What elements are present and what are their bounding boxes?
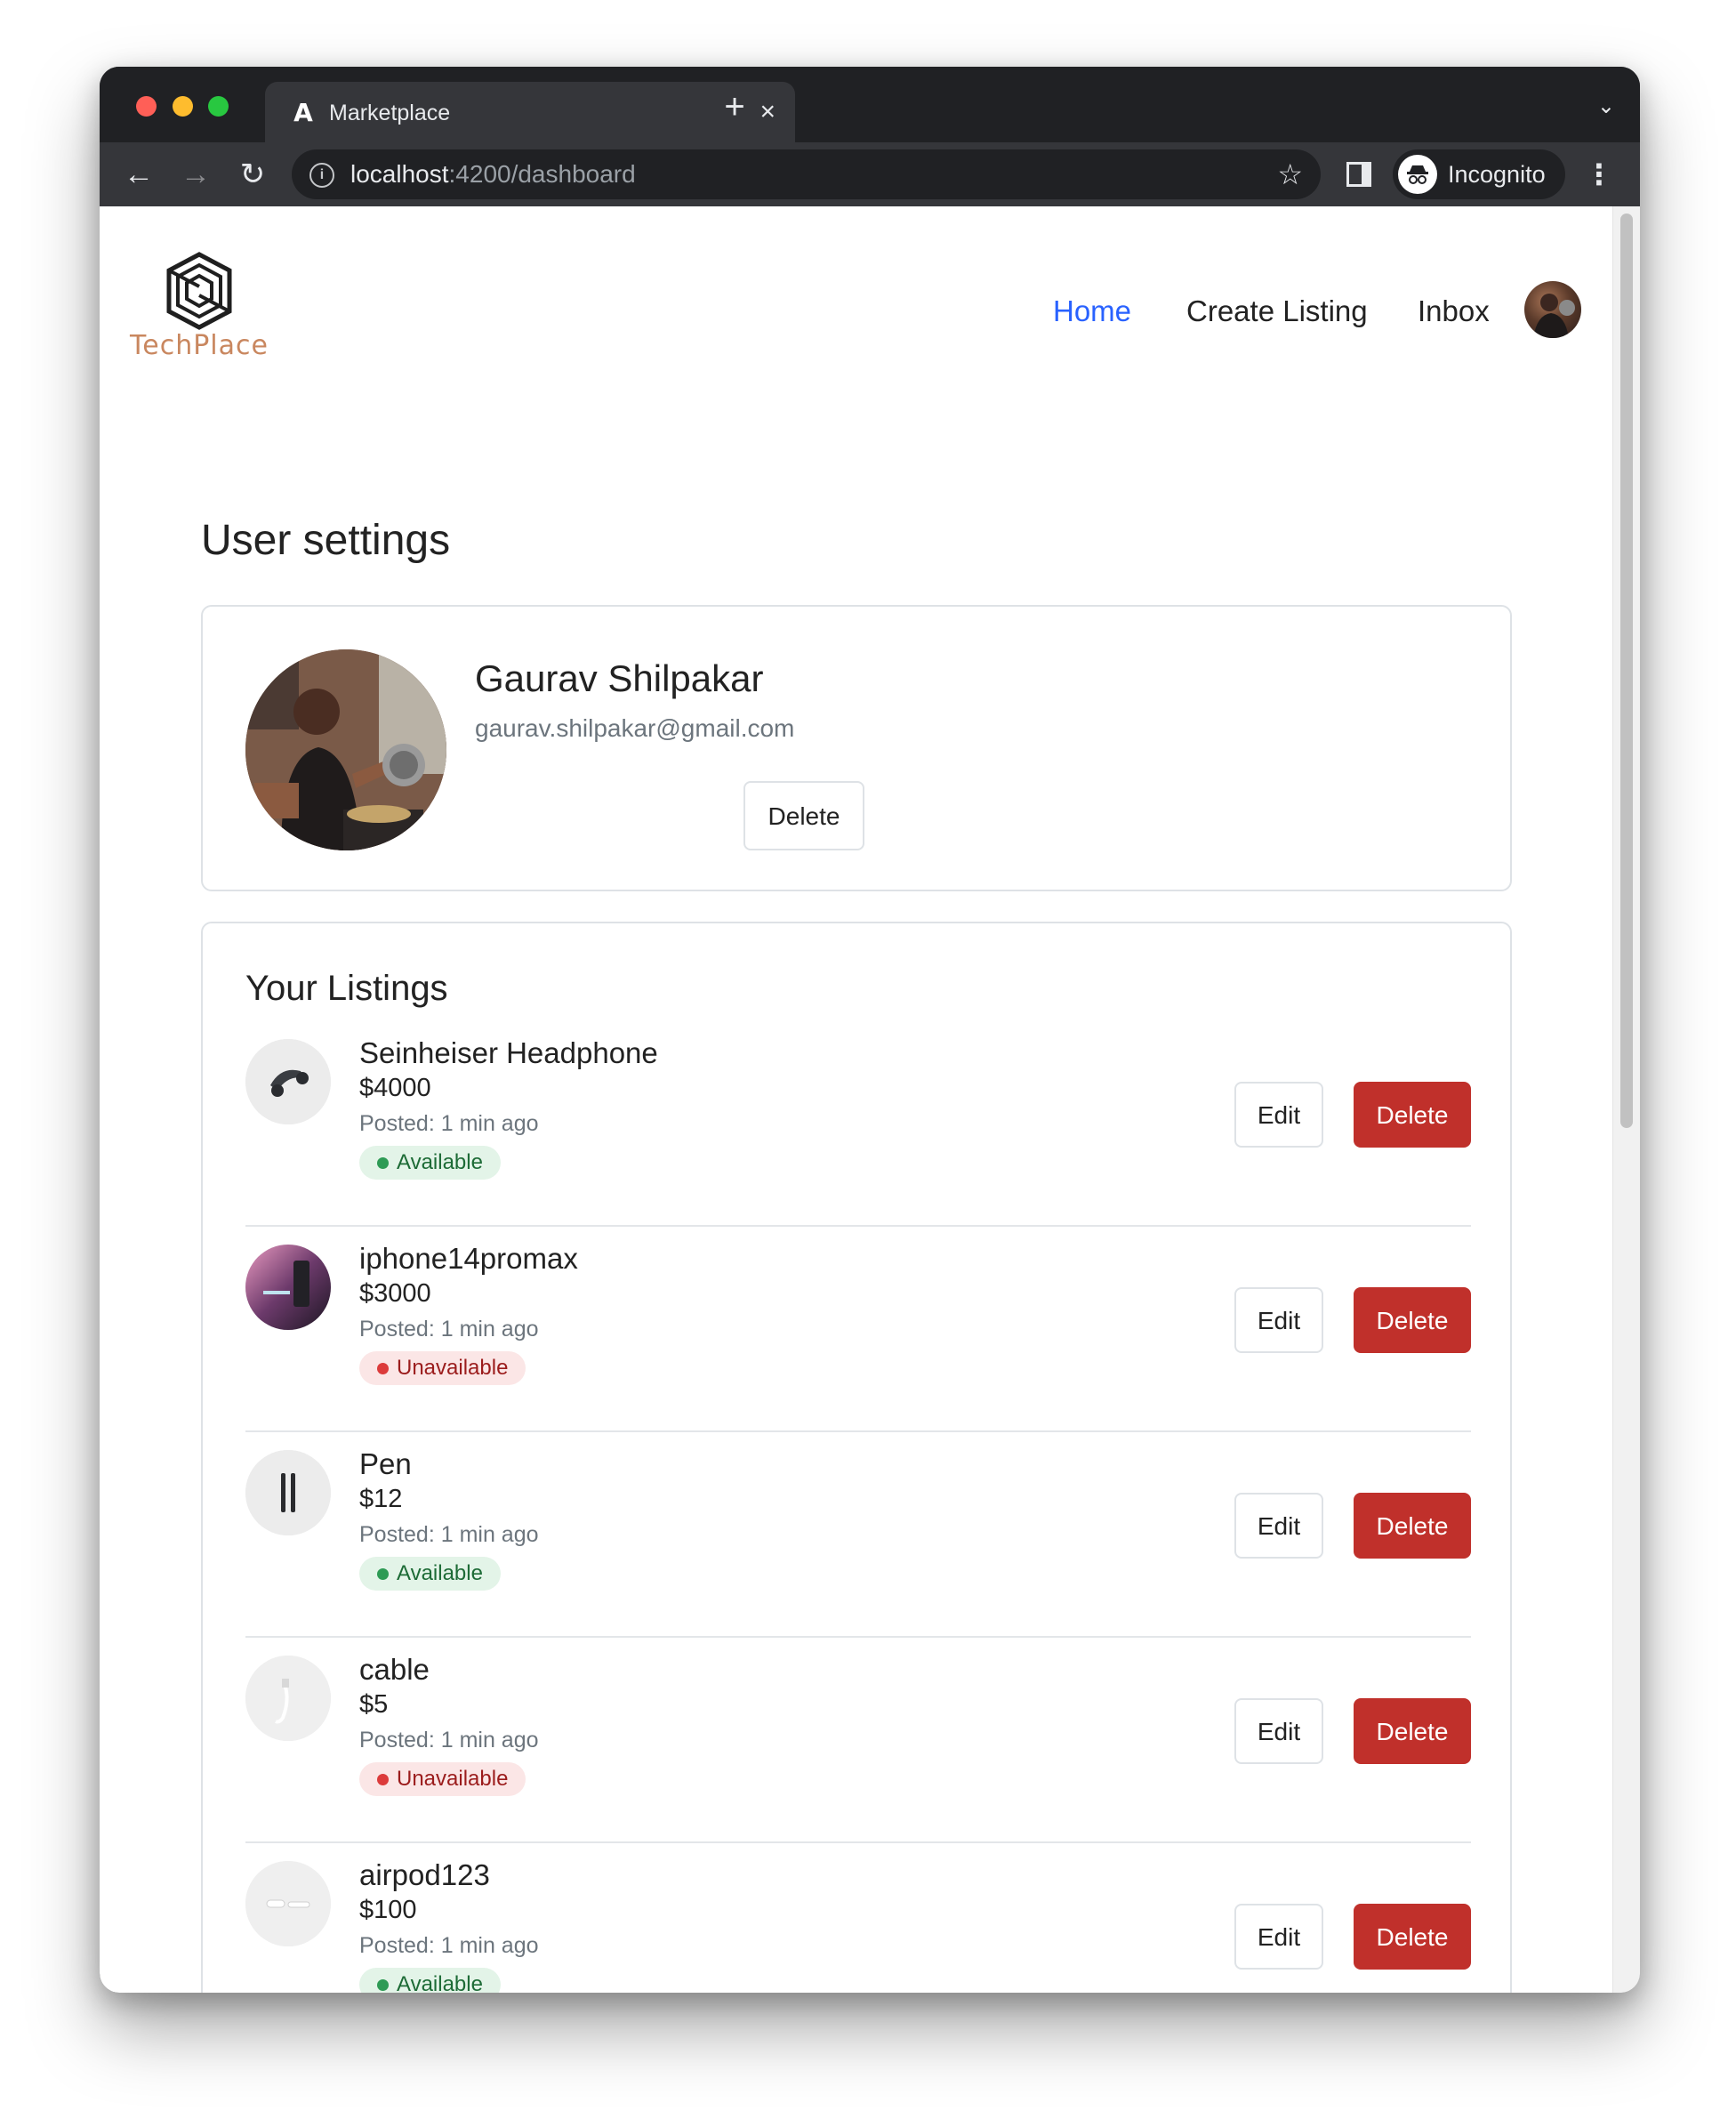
cube-logo-icon: [166, 252, 232, 330]
delete-listing-button[interactable]: Delete: [1354, 1493, 1471, 1559]
listings-title: Your Listings: [245, 969, 448, 1008]
edit-listing-button[interactable]: Edit: [1234, 1904, 1323, 1970]
status-dot-icon: [377, 1363, 389, 1374]
status-badge: Unavailable: [359, 1762, 526, 1796]
listing-title[interactable]: iphone14promax: [359, 1241, 578, 1277]
profile-photo: [245, 649, 446, 850]
page-viewport[interactable]: TechPlace Home Create Listing Inbox User…: [100, 206, 1640, 1993]
status-label: Unavailable: [397, 1356, 509, 1380]
listing-price: $5: [359, 1690, 389, 1719]
browser-window: A Marketplace × + ⌄ ← → ↻ i localhost:42…: [100, 67, 1640, 1993]
edit-listing-button[interactable]: Edit: [1234, 1287, 1323, 1353]
profile-card: Gaurav Shilpakar gaurav.shilpakar@gmail.…: [201, 605, 1512, 891]
listing-title[interactable]: Pen: [359, 1446, 412, 1482]
incognito-icon: [1398, 155, 1437, 194]
delete-listing-button[interactable]: Delete: [1354, 1082, 1471, 1148]
tab-search-chevron-down-icon[interactable]: ⌄: [1597, 93, 1615, 119]
forward-arrow-icon[interactable]: →: [178, 157, 213, 192]
nav-create-listing[interactable]: Create Listing: [1186, 294, 1368, 329]
status-dot-icon: [377, 1774, 389, 1785]
edit-listing-button[interactable]: Edit: [1234, 1082, 1323, 1148]
status-badge: Unavailable: [359, 1351, 526, 1385]
tab-title: Marketplace: [329, 101, 451, 125]
page-title: User settings: [201, 517, 451, 564]
site-info-icon[interactable]: i: [309, 163, 334, 188]
status-dot-icon: [377, 1157, 389, 1169]
back-arrow-icon[interactable]: ←: [121, 157, 157, 192]
listing-thumbnail: [245, 1245, 331, 1330]
listing-item: Seinheiser Headphone $4000 Posted: 1 min…: [245, 1021, 1471, 1227]
listing-price: $12: [359, 1485, 403, 1513]
vertical-scrollbar[interactable]: [1612, 206, 1640, 1993]
profile-email: gaurav.shilpakar@gmail.com: [475, 714, 795, 742]
listing-price: $4000: [359, 1074, 431, 1102]
delete-listing-button[interactable]: Delete: [1354, 1698, 1471, 1764]
listing-title[interactable]: airpod123: [359, 1857, 490, 1893]
user-avatar[interactable]: [1524, 281, 1581, 338]
side-panel-icon[interactable]: [1346, 162, 1371, 187]
browser-toolbar: ← → ↻ i localhost:4200/dashboard ☆ Incog…: [100, 142, 1640, 206]
url-host: localhost: [350, 160, 449, 188]
kebab-menu-icon[interactable]: ⋮: [1585, 157, 1613, 192]
status-badge: Available: [359, 1146, 501, 1180]
status-label: Available: [397, 1561, 483, 1585]
delete-listing-button[interactable]: Delete: [1354, 1904, 1471, 1970]
new-tab-button[interactable]: +: [717, 89, 752, 125]
listing-price: $3000: [359, 1279, 431, 1308]
status-dot-icon: [377, 1979, 389, 1991]
scrollbar-thumb[interactable]: [1620, 214, 1633, 1128]
edit-listing-button[interactable]: Edit: [1234, 1493, 1323, 1559]
maximize-window-button[interactable]: [208, 96, 229, 117]
url-path: :4200/dashboard: [448, 160, 636, 188]
url-text[interactable]: localhost:4200/dashboard: [350, 160, 636, 189]
listing-thumbnail: [245, 1656, 331, 1741]
listing-title[interactable]: cable: [359, 1652, 430, 1688]
status-dot-icon: [377, 1568, 389, 1580]
listing-price: $100: [359, 1896, 417, 1924]
status-label: Available: [397, 1150, 483, 1174]
nav-home[interactable]: Home: [1053, 294, 1131, 329]
angular-favicon-icon: A: [293, 98, 313, 127]
reload-icon[interactable]: ↻: [235, 157, 270, 192]
brand-name: TechPlace: [130, 330, 269, 361]
status-badge: Available: [359, 1968, 501, 1993]
listing-thumbnail: [245, 1450, 331, 1535]
browser-tab[interactable]: A Marketplace ×: [265, 82, 795, 142]
listing-item: iphone14promax $3000 Posted: 1 min ago U…: [245, 1227, 1471, 1432]
bookmark-star-icon[interactable]: ☆: [1277, 158, 1303, 190]
minimize-window-button[interactable]: [173, 96, 193, 117]
nav-inbox[interactable]: Inbox: [1418, 294, 1490, 329]
status-badge: Available: [359, 1557, 501, 1591]
incognito-profile-button[interactable]: Incognito: [1393, 149, 1565, 199]
listing-thumbnail: [245, 1861, 331, 1946]
techplace-logo[interactable]: TechPlace: [130, 251, 269, 367]
listing-posted-time: Posted: 1 min ago: [359, 1111, 539, 1136]
listing-thumbnail: [245, 1039, 331, 1124]
listing-posted-time: Posted: 1 min ago: [359, 1522, 539, 1547]
address-bar[interactable]: i localhost:4200/dashboard ☆: [292, 149, 1321, 199]
status-label: Unavailable: [397, 1767, 509, 1791]
delete-account-button[interactable]: Delete: [743, 781, 864, 850]
listing-item: cable $5 Posted: 1 min ago Unavailable E…: [245, 1638, 1471, 1843]
edit-listing-button[interactable]: Edit: [1234, 1698, 1323, 1764]
delete-listing-button[interactable]: Delete: [1354, 1287, 1471, 1353]
incognito-label: Incognito: [1448, 161, 1546, 188]
listing-posted-time: Posted: 1 min ago: [359, 1728, 539, 1752]
close-window-button[interactable]: [136, 96, 157, 117]
listing-title[interactable]: Seinheiser Headphone: [359, 1035, 658, 1071]
tab-close-icon[interactable]: ×: [760, 97, 776, 127]
listing-posted-time: Posted: 1 min ago: [359, 1317, 539, 1341]
profile-name: Gaurav Shilpakar: [475, 657, 764, 699]
tab-strip: A Marketplace × + ⌄: [100, 67, 1640, 142]
status-label: Available: [397, 1972, 483, 1993]
listing-item: Pen $12 Posted: 1 min ago Available Edit…: [245, 1432, 1471, 1638]
listings-card: Your Listings Seinheiser Headphone $4000…: [201, 922, 1512, 1993]
listing-item: airpod123 $100 Posted: 1 min ago Availab…: [245, 1843, 1471, 1993]
listing-posted-time: Posted: 1 min ago: [359, 1933, 539, 1958]
